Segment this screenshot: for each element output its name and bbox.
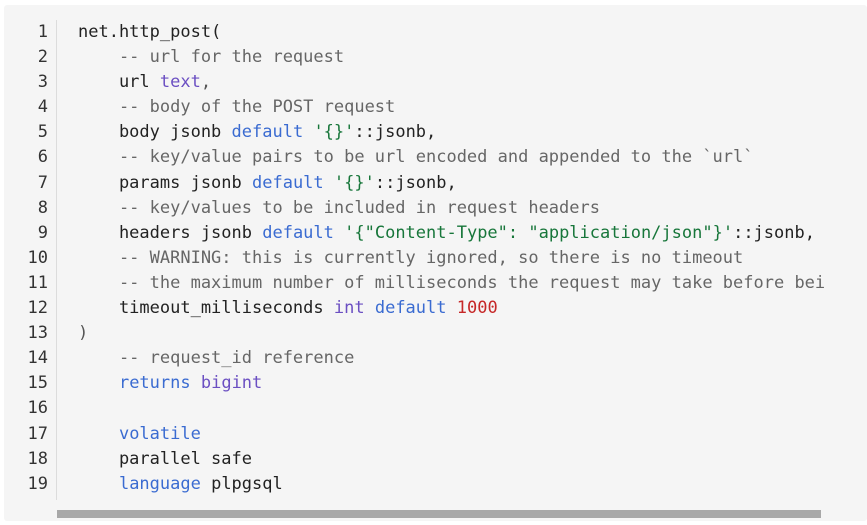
code-token: ::jsonb,	[354, 122, 437, 143]
line-number: 6	[37, 147, 48, 168]
code-line: -- url for the request	[78, 45, 867, 70]
code-token: -- WARNING: this is currently ignored, s…	[78, 247, 744, 268]
code-token: language	[118, 473, 201, 494]
code-token: '{}'	[313, 122, 355, 143]
code-token: default	[231, 122, 304, 143]
line-number: 15	[27, 373, 48, 394]
code-line: timeout_milliseconds int default 1000	[78, 296, 867, 321]
line-number: 14	[27, 348, 48, 369]
line-number: 9	[37, 222, 48, 243]
code-token: bigint	[200, 373, 263, 394]
code-line: -- key/value pairs to be url encoded and…	[78, 145, 867, 170]
code-token: headers jsonb	[78, 222, 263, 243]
code-token: -- url for the request	[78, 47, 345, 68]
line-number: 17	[27, 423, 48, 444]
line-number: 8	[37, 197, 48, 218]
code-token: )	[78, 323, 89, 344]
line-number: 4	[37, 97, 48, 118]
code-line: -- WARNING: this is currently ignored, s…	[78, 246, 867, 271]
code-line: -- body of the POST request	[78, 95, 867, 120]
code-token: -- key/values to be included in request …	[78, 197, 600, 218]
line-number: 10	[27, 247, 48, 268]
code-token: ::jsonb,	[374, 172, 457, 193]
code-token: timeout_milliseconds	[78, 298, 334, 319]
code-line: net.http_post(	[78, 20, 867, 45]
line-number: 2	[37, 47, 48, 68]
code-token: net.http_post(	[78, 22, 222, 42]
code-token: volatile	[118, 423, 201, 444]
line-number: 3	[37, 72, 48, 93]
code-line: )	[78, 321, 867, 346]
code-line: body jsonb default '{}'::jsonb,	[78, 120, 867, 145]
code-token: text	[159, 72, 201, 93]
code-token: '{"Content-Type": "application/json"}'	[344, 222, 734, 243]
line-number: 19	[27, 473, 48, 494]
code-line: headers jsonb default '{"Content-Type": …	[78, 221, 867, 246]
code-line: returns bigint	[78, 371, 867, 396]
code-token: 1000	[456, 298, 498, 319]
code-token: body jsonb	[78, 122, 232, 143]
code-line: parallel safe	[78, 447, 867, 472]
code-token: default	[262, 222, 334, 243]
code-token: default	[374, 298, 447, 319]
code-block: 1 2 3 4 5 6 7 8 9 10 11 12 13 14 15 16 17 18 19 net.http_p…	[4, 5, 867, 521]
code-token: int	[333, 298, 365, 319]
scrollbar-thumb[interactable]	[57, 510, 821, 518]
code-token: parallel safe	[78, 448, 252, 469]
code-token: -- key/value pairs to be url encoded and…	[78, 147, 754, 168]
code-line: -- the maximum number of milliseconds th…	[78, 271, 867, 296]
line-number-gutter: 1 2 3 4 5 6 7 8 9 10 11 12 13 14 15 16 17 18 19	[4, 20, 57, 500]
line-number: 12	[27, 298, 48, 319]
line-number: 11	[27, 272, 48, 293]
code-line: volatile	[78, 422, 867, 447]
code-token: -- request_id reference	[78, 348, 355, 369]
code-token: url	[78, 72, 160, 93]
code-line: -- key/values to be included in request …	[78, 196, 867, 221]
code-token: '{}'	[333, 172, 375, 193]
code-token: ,	[200, 72, 212, 93]
code-token: -- body of the POST request	[78, 97, 396, 118]
line-number: 13	[27, 323, 48, 344]
horizontal-scrollbar[interactable]	[57, 510, 867, 520]
code-content[interactable]: net.http_post( -- url for the request ur…	[78, 20, 867, 497]
line-number: 7	[37, 172, 48, 193]
line-number: 18	[27, 448, 48, 469]
code-token: plpgsql	[200, 473, 283, 494]
code-token: -- the maximum number of milliseconds th…	[78, 272, 826, 293]
code-token: ::jsonb,	[733, 222, 815, 243]
line-number: 16	[27, 398, 48, 419]
line-number: 5	[37, 122, 48, 143]
code-line: -- request_id reference	[78, 346, 867, 371]
line-number: 1	[37, 22, 48, 42]
code-token: params jsonb	[78, 172, 252, 193]
code-token: returns	[118, 373, 191, 394]
code-line: language plpgsql	[78, 472, 867, 497]
code-line: url text,	[78, 70, 867, 95]
code-token: default	[252, 172, 324, 193]
code-line: params jsonb default '{}'::jsonb,	[78, 171, 867, 196]
